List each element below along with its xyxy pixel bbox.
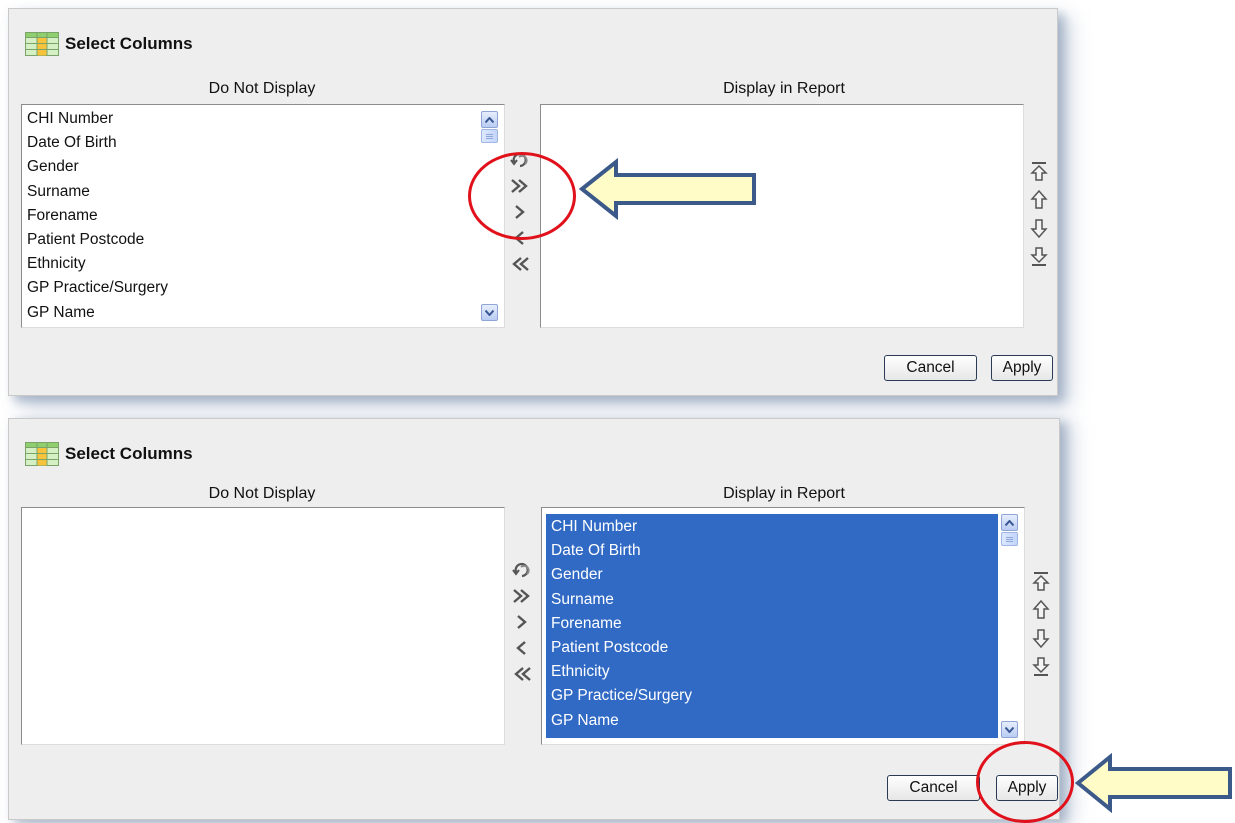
callout-arrow-apply: [1074, 753, 1232, 813]
cancel-button[interactable]: Cancel: [887, 775, 980, 801]
dialog-title-row: Select Columns: [25, 441, 193, 467]
scroll-thumb[interactable]: [481, 129, 498, 143]
list-item[interactable]: Gender: [22, 155, 504, 179]
list-item[interactable]: CHI Number: [22, 107, 504, 131]
do-not-display-list[interactable]: CHI Number Date Of Birth Gender Surname …: [21, 104, 505, 328]
list-item[interactable]: GP Practice/Surgery: [546, 684, 998, 708]
cancel-button[interactable]: Cancel: [884, 355, 977, 381]
move-up-icon[interactable]: [1031, 599, 1051, 621]
display-in-report-header: Display in Report: [723, 485, 845, 502]
list-item[interactable]: Ethnicity: [22, 252, 504, 276]
callout-arrow-move-all: [578, 158, 756, 220]
order-controls: [1031, 571, 1053, 683]
display-in-report-header: Display in Report: [723, 80, 845, 97]
move-top-icon[interactable]: [1031, 571, 1051, 593]
list-item[interactable]: Patient Postcode: [546, 636, 998, 660]
order-controls: [1029, 161, 1051, 273]
move-all-left-icon[interactable]: [511, 663, 533, 685]
chevron-down-icon: [485, 309, 494, 316]
chevron-up-icon: [485, 116, 494, 123]
dialog-title: Select Columns: [65, 34, 193, 53]
list-item[interactable]: GP Name: [546, 709, 998, 733]
report-columns-icon: [25, 32, 59, 56]
chevron-down-icon: [1005, 726, 1014, 733]
scroll-thumb[interactable]: [1001, 532, 1018, 546]
list-item[interactable]: Surname: [22, 180, 504, 204]
highlight-circle-move-all: [468, 152, 576, 240]
apply-button[interactable]: Apply: [991, 355, 1053, 381]
move-all-left-icon[interactable]: [509, 253, 531, 275]
scroll-up-button[interactable]: [1001, 514, 1018, 531]
list-item[interactable]: Patient Postcode: [22, 228, 504, 252]
list-item[interactable]: Ethnicity: [546, 660, 998, 684]
move-left-icon[interactable]: [511, 637, 533, 659]
highlight-circle-apply: [976, 741, 1074, 823]
move-top-icon[interactable]: [1029, 161, 1049, 183]
reset-icon[interactable]: [511, 559, 533, 581]
move-down-icon[interactable]: [1029, 217, 1049, 239]
do-not-display-list[interactable]: [21, 507, 505, 745]
list-item[interactable]: Date Of Birth: [546, 539, 998, 563]
list-item[interactable]: GP Name: [22, 301, 504, 325]
list-item[interactable]: Gender: [546, 563, 998, 587]
list-item[interactable]: GP Practice/Surgery: [22, 276, 504, 300]
move-down-icon[interactable]: [1031, 627, 1051, 649]
scroll-up-button[interactable]: [481, 111, 498, 128]
list-item[interactable]: Forename: [22, 204, 504, 228]
list-item[interactable]: Forename: [546, 612, 998, 636]
move-right-icon[interactable]: [511, 611, 533, 633]
report-columns-icon: [25, 442, 59, 466]
dialog-title: Select Columns: [65, 444, 193, 463]
move-bottom-icon[interactable]: [1031, 655, 1051, 677]
list-item[interactable]: Surname: [546, 588, 998, 612]
display-in-report-list[interactable]: CHI Number Date Of Birth Gender Surname …: [541, 507, 1025, 745]
list-item[interactable]: Date Of Birth: [22, 131, 504, 155]
move-bottom-icon[interactable]: [1029, 245, 1049, 267]
select-columns-dialog-after: Select Columns Do Not Display Display in…: [8, 418, 1060, 820]
do-not-display-header: Do Not Display: [208, 485, 316, 502]
move-up-icon[interactable]: [1029, 189, 1049, 211]
dialog-title-row: Select Columns: [25, 31, 193, 57]
do-not-display-header: Do Not Display: [208, 80, 316, 97]
scroll-down-button[interactable]: [481, 304, 498, 321]
scroll-down-button[interactable]: [1001, 721, 1018, 738]
move-all-right-icon[interactable]: [511, 585, 533, 607]
shuttle-controls: [511, 559, 535, 709]
list-item[interactable]: CHI Number: [546, 515, 998, 539]
vertical-scrollbar[interactable]: [1001, 514, 1018, 738]
chevron-up-icon: [1005, 519, 1014, 526]
